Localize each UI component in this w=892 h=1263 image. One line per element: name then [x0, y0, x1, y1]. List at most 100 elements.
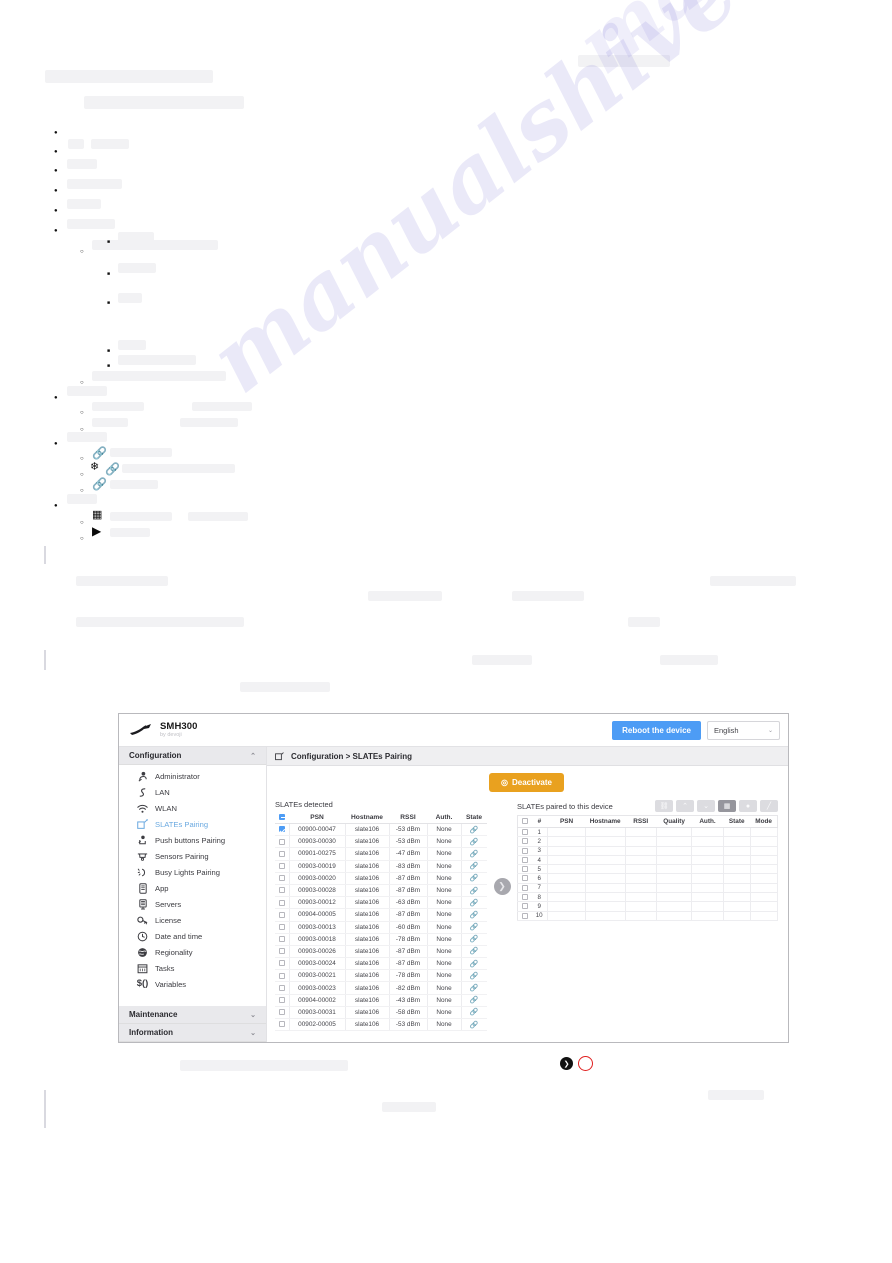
row-checkbox[interactable]	[278, 875, 285, 882]
link-icon[interactable]: 🔗	[470, 961, 479, 968]
move-up-button[interactable]: ⌃	[676, 800, 694, 812]
table-row[interactable]: 00903-00028 slate106 -87 dBm None 🔗	[275, 884, 487, 898]
row-checkbox[interactable]	[278, 936, 285, 943]
link-icon[interactable]: 🔗	[470, 1022, 479, 1029]
table-row[interactable]: 00904-00002 slate106 -43 dBm None 🔗	[275, 994, 487, 1007]
row-checkbox[interactable]	[278, 838, 285, 845]
link-icon[interactable]: 🔗	[470, 948, 479, 955]
sidebar-section-configuration[interactable]: Configuration ⌃	[119, 747, 266, 765]
row-checkbox[interactable]	[278, 923, 285, 930]
unpair-button[interactable]: ⛓	[655, 800, 673, 812]
link-icon[interactable]: 🔗	[470, 1009, 479, 1016]
table-row[interactable]: 8	[517, 892, 779, 903]
sidebar-item-regionality[interactable]: Regionality	[119, 944, 266, 960]
link-icon[interactable]: 🔗	[470, 863, 479, 870]
table-row[interactable]: 00903-00031 slate106 -58 dBm None 🔗	[275, 1006, 487, 1020]
edit-button[interactable]: ╱	[760, 800, 778, 812]
table-row[interactable]: 1	[517, 826, 779, 838]
sidebar-item-sensors-pairing[interactable]: Sensors Pairing	[119, 848, 266, 864]
reboot-device-button[interactable]: Reboot the device	[612, 720, 701, 740]
sidebar-item-license[interactable]: License	[119, 912, 266, 928]
link-icon[interactable]: 🔗	[470, 997, 479, 1004]
table-row[interactable]: 00900-00047 slate106 -53 dBm None 🔗	[275, 823, 487, 837]
paired-select-all-checkbox[interactable]	[521, 818, 528, 825]
row-checkbox[interactable]	[521, 856, 528, 863]
sidebar-item-variables[interactable]: $() Variables	[119, 976, 266, 992]
table-row[interactable]: 4	[517, 854, 779, 866]
link-icon[interactable]: 🔗	[470, 985, 479, 992]
row-checkbox[interactable]	[521, 829, 528, 835]
row-checkbox[interactable]	[278, 948, 285, 955]
sidebar-item-servers[interactable]: Servers	[119, 896, 266, 912]
table-row[interactable]: 2	[517, 836, 779, 847]
table-row[interactable]: 6	[517, 873, 779, 884]
settings-button[interactable]: ●	[739, 800, 757, 812]
table-row[interactable]: 00903-00012 slate106 -63 dBm None 🔗	[275, 896, 487, 910]
sidebar-item-date-and-time[interactable]: Date and time	[119, 928, 266, 944]
row-checkbox[interactable]	[521, 875, 528, 882]
deactivate-button[interactable]: ◎ Deactivate	[488, 773, 564, 792]
link-icon[interactable]: 🔗	[470, 839, 479, 846]
row-checkbox[interactable]	[521, 894, 528, 901]
language-select[interactable]: English ⌄	[707, 720, 780, 740]
table-row[interactable]: 00903-00023 slate106 -82 dBm None 🔗	[275, 981, 487, 995]
row-checkbox[interactable]	[521, 866, 528, 873]
row-checkbox[interactable]	[521, 912, 528, 919]
table-row[interactable]: 00903-00024 slate106 -87 dBm None 🔗	[275, 957, 487, 971]
sidebar-item-administrator[interactable]: Administrator	[119, 768, 266, 784]
row-checkbox[interactable]	[278, 960, 285, 967]
table-row[interactable]: 9	[517, 901, 779, 912]
row-checkbox[interactable]	[278, 850, 285, 857]
link-icon[interactable]: 🔗	[470, 924, 479, 931]
table-row[interactable]: 10	[517, 910, 779, 921]
row-checkbox[interactable]	[278, 1021, 285, 1028]
table-row[interactable]: 00903-00026 slate106 -87 dBm None 🔗	[275, 945, 487, 959]
table-row[interactable]: 7	[517, 882, 779, 894]
table-row[interactable]: 00903-00020 slate106 -87 dBm None 🔗	[275, 872, 487, 885]
sidebar-item-app[interactable]: App	[119, 880, 266, 896]
sidebar-item-wlan[interactable]: WLAN	[119, 800, 266, 816]
sidebar-section-information[interactable]: Information ⌄	[119, 1024, 266, 1042]
current-page-ring[interactable]	[578, 1056, 593, 1071]
row-checkbox[interactable]	[521, 903, 528, 910]
link-icon[interactable]: 🔗	[470, 973, 479, 980]
link-icon[interactable]: 🔗	[470, 936, 479, 943]
grid-button[interactable]: ▦	[718, 800, 736, 812]
sidebar-item-push-buttons-pairing[interactable]: Push buttons Pairing	[119, 832, 266, 848]
sidebar-item-lan[interactable]: LAN	[119, 784, 266, 800]
row-checkbox[interactable]	[278, 911, 285, 918]
row-checkbox[interactable]	[278, 984, 285, 991]
row-checkbox[interactable]	[521, 847, 528, 854]
link-icon[interactable]: 🔗	[470, 875, 479, 882]
table-row[interactable]: 00904-00005 slate106 -87 dBm None 🔗	[275, 908, 487, 922]
link-icon[interactable]: 🔗	[470, 900, 479, 907]
row-checkbox[interactable]	[521, 884, 528, 891]
row-checkbox[interactable]	[278, 972, 285, 979]
table-row[interactable]: 00902-00005 slate106 -53 dBm None 🔗	[275, 1018, 487, 1032]
table-row[interactable]: 5	[517, 864, 779, 875]
table-row[interactable]: 00903-00019 slate106 -83 dBm None 🔗	[275, 860, 487, 873]
table-row[interactable]: 3	[517, 845, 779, 856]
link-icon[interactable]: 🔗	[470, 851, 479, 858]
sidebar-item-busy-lights-pairing[interactable]: Busy Lights Pairing	[119, 864, 266, 880]
table-row[interactable]: 00903-00018 slate106 -78 dBm None 🔗	[275, 933, 487, 946]
link-icon[interactable]: 🔗	[470, 888, 479, 895]
row-checkbox[interactable]	[278, 862, 285, 869]
table-row[interactable]: 00903-00013 slate106 -60 dBm None 🔗	[275, 921, 487, 934]
sidebar-item-tasks[interactable]: Tasks	[119, 960, 266, 976]
link-icon[interactable]: 🔗	[470, 827, 479, 834]
select-all-checkbox[interactable]	[279, 814, 285, 821]
row-checkbox[interactable]	[278, 826, 285, 833]
table-row[interactable]: 00901-00275 slate106 -47 dBm None 🔗	[275, 847, 487, 861]
row-checkbox[interactable]	[278, 997, 285, 1004]
sidebar-item-slates-pairing[interactable]: SLATEs Pairing	[119, 816, 266, 832]
row-checkbox[interactable]	[278, 1009, 285, 1016]
table-row[interactable]: 00903-00021 slate106 -78 dBm None 🔗	[275, 969, 487, 983]
sidebar-section-maintenance[interactable]: Maintenance ⌄	[119, 1006, 266, 1024]
move-down-button[interactable]: ⌄	[697, 800, 715, 812]
row-checkbox[interactable]	[278, 899, 285, 906]
row-checkbox[interactable]	[278, 887, 285, 894]
link-icon[interactable]: 🔗	[470, 912, 479, 919]
table-row[interactable]: 00903-00030 slate106 -53 dBm None 🔗	[275, 835, 487, 849]
prev-page-dot[interactable]: ❯	[560, 1057, 573, 1070]
